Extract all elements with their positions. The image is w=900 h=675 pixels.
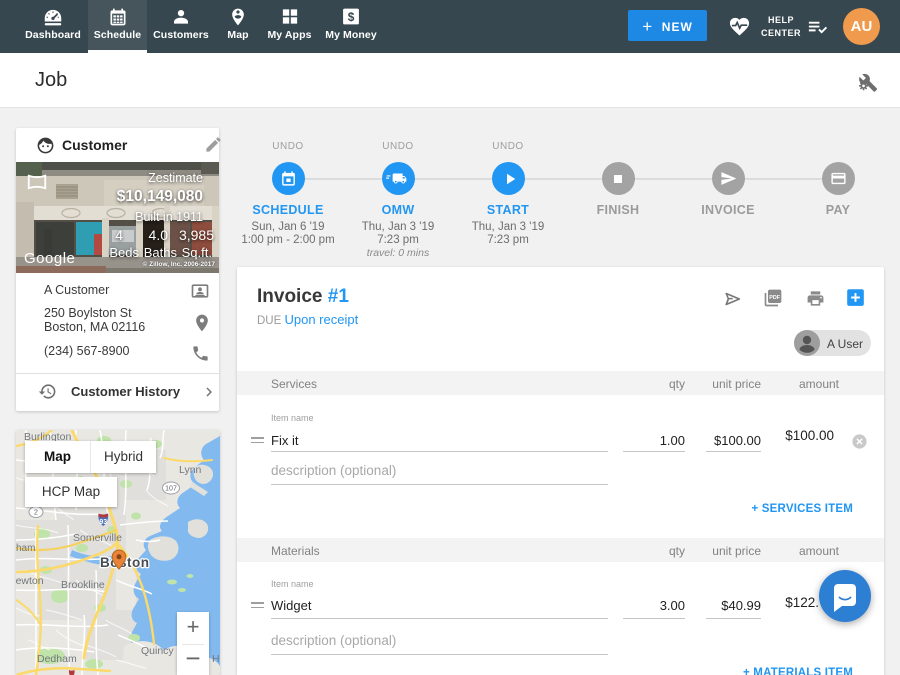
svg-text:Newton: Newton — [16, 575, 44, 587]
svg-text:$: $ — [348, 10, 355, 24]
svg-text:Hi: Hi — [212, 653, 220, 665]
svg-text:93: 93 — [99, 519, 107, 526]
svg-text:Dedham: Dedham — [37, 653, 77, 665]
svg-text:Brookline: Brookline — [61, 579, 105, 591]
svg-text:Somerville: Somerville — [73, 532, 122, 544]
svg-text:Lynn: Lynn — [179, 464, 202, 476]
svg-text:107: 107 — [165, 486, 177, 493]
svg-text:2: 2 — [34, 510, 38, 517]
svg-text:PDF: PDF — [769, 295, 781, 301]
svg-text:Quincy: Quincy — [141, 645, 174, 657]
svg-text:ham: ham — [16, 543, 35, 554]
